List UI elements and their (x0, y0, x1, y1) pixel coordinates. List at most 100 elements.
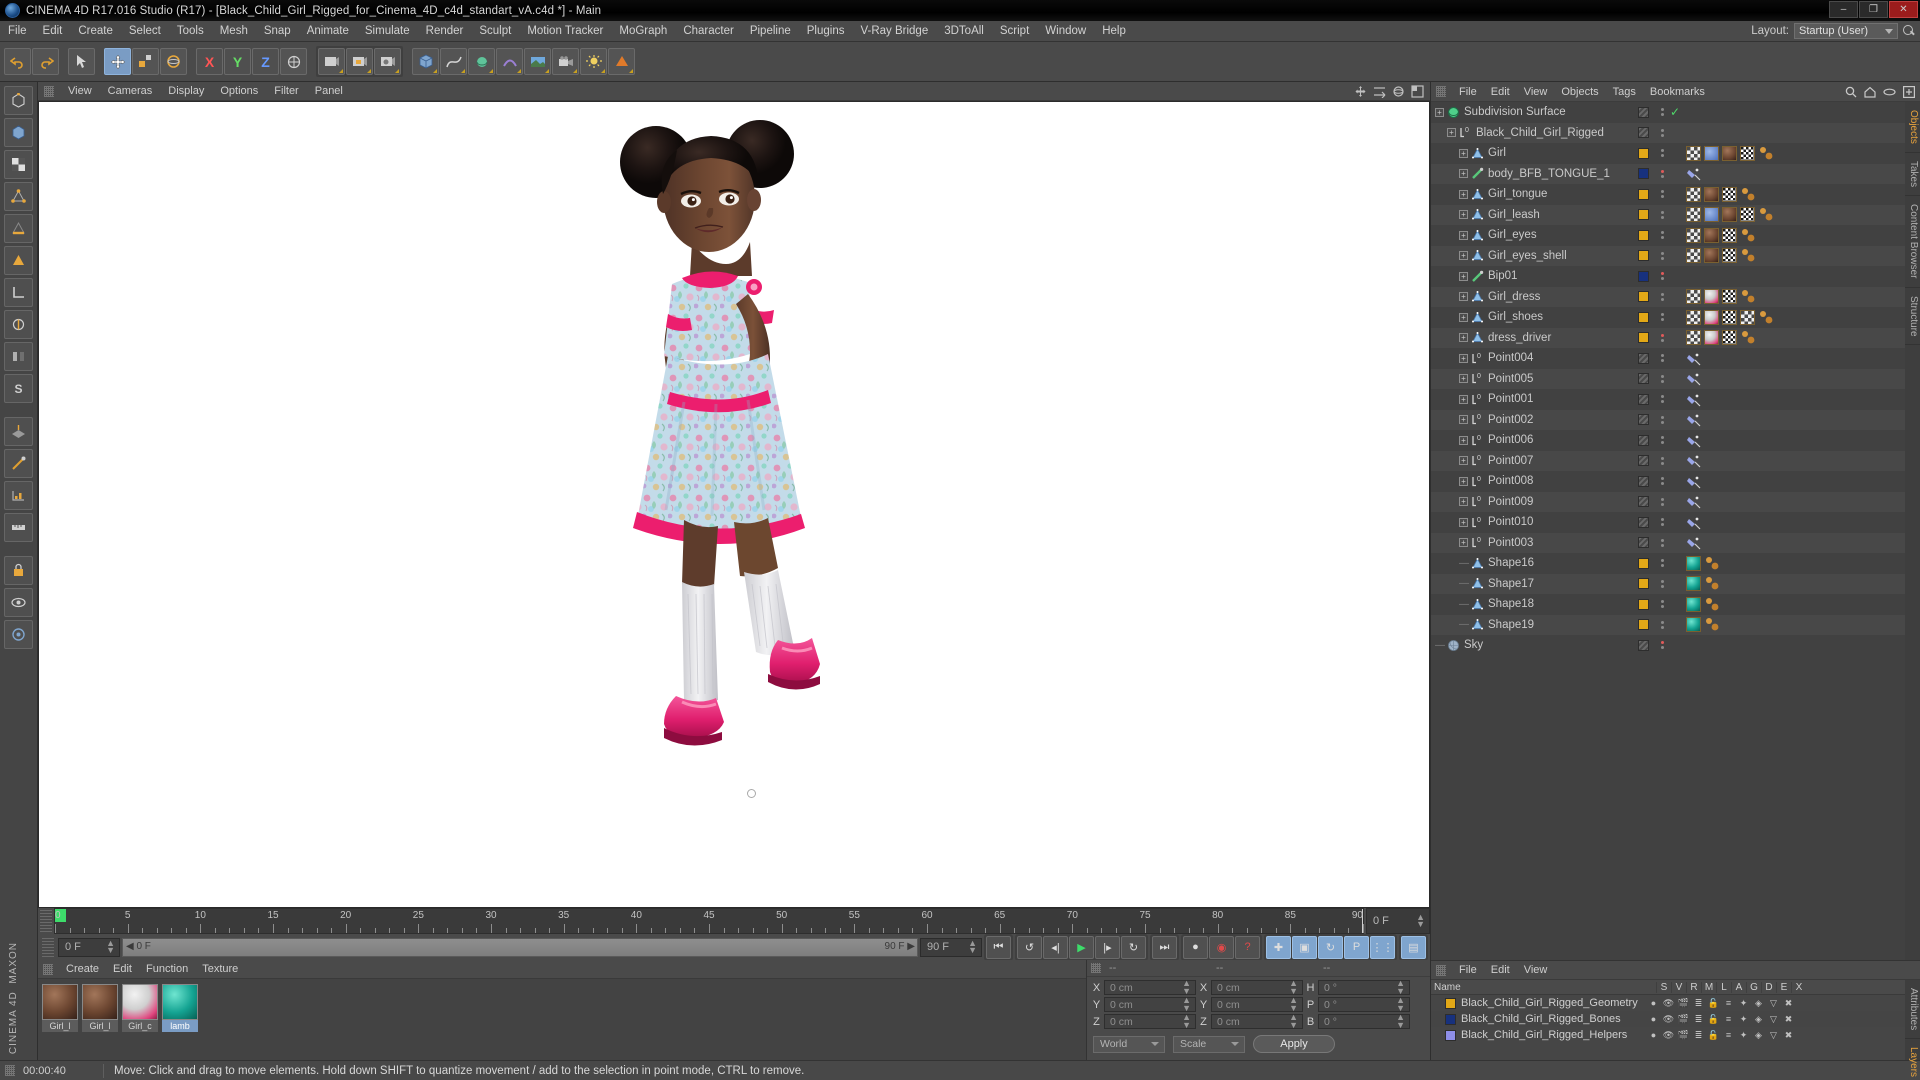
object-visibility-dots[interactable] (1661, 354, 1664, 363)
object-row[interactable]: + body_BFB_TONGUE_1 (1431, 163, 1920, 184)
object-layer-color[interactable] (1637, 168, 1649, 180)
layer-manager-grip-icon[interactable] (1436, 964, 1446, 976)
layer-column-v[interactable]: V (1671, 981, 1686, 993)
object-visibility-dots[interactable] (1661, 436, 1664, 445)
anchor-tag-icon[interactable] (1686, 392, 1701, 407)
layer-toggle-v[interactable]: 👁 (1661, 1014, 1676, 1025)
object-visibility-dots[interactable] (1661, 559, 1664, 568)
menu-v-ray-bridge[interactable]: V-Ray Bridge (852, 21, 936, 42)
add-camera-button[interactable] (552, 48, 579, 75)
layer-column-s[interactable]: S (1656, 981, 1671, 993)
world-coordinate-button[interactable] (280, 48, 307, 75)
size-y-field[interactable]: 0 cm ▲ ▼ (1211, 996, 1303, 1012)
spinner-icon[interactable]: ▲ ▼ (1289, 1013, 1298, 1029)
layer-column-l[interactable]: L (1716, 981, 1731, 993)
record-points-button[interactable]: ⋮⋮ (1370, 935, 1395, 959)
spinner-icon[interactable]: ▲ ▼ (1182, 1013, 1191, 1029)
expand-toggle-icon[interactable]: + (1459, 497, 1468, 507)
object-layer-color[interactable] (1637, 598, 1649, 610)
render-region-button[interactable] (346, 48, 373, 75)
layer-toggle-s[interactable]: ● (1646, 1030, 1661, 1040)
object-visibility-dots[interactable] (1661, 333, 1664, 342)
layer-menu-view[interactable]: View (1517, 961, 1555, 980)
object-name[interactable]: Sky (1464, 639, 1483, 651)
redo-button[interactable] (32, 48, 59, 75)
layer-toggle-x[interactable]: ✖ (1781, 1030, 1796, 1041)
object-row[interactable]: — Shape17 (1431, 573, 1920, 594)
home-icon[interactable] (1864, 86, 1876, 98)
dress-tag-icon[interactable] (1704, 309, 1719, 325)
object-layer-color[interactable] (1637, 516, 1649, 528)
object-name[interactable]: dress_driver (1488, 332, 1551, 344)
keyframe-help-button[interactable]: ? (1235, 935, 1260, 959)
layer-toggle-s[interactable]: ● (1646, 998, 1661, 1008)
layer-toggle-g[interactable]: ✦ (1736, 1030, 1751, 1041)
constraint-tag-icon[interactable] (1704, 556, 1720, 571)
layer-column-d[interactable]: D (1761, 981, 1776, 993)
object-name[interactable]: Girl_eyes (1488, 229, 1537, 241)
menu-character[interactable]: Character (675, 21, 742, 42)
object-visibility-dots[interactable] (1661, 272, 1664, 281)
object-visibility-dots[interactable] (1661, 600, 1664, 609)
texture-mode-button[interactable] (4, 150, 33, 179)
expand-toggle-icon[interactable]: + (1459, 189, 1468, 199)
material-menu-create[interactable]: Create (59, 960, 106, 979)
object-visibility-dots[interactable] (1661, 518, 1664, 527)
coordinate-system-dropdown[interactable]: World (1093, 1035, 1165, 1053)
object-name[interactable]: Shape18 (1488, 598, 1534, 610)
object-visibility-dots[interactable] (1661, 579, 1664, 588)
object-layer-color[interactable] (1637, 106, 1649, 118)
layer-color-swatch[interactable] (1445, 997, 1456, 1009)
viewport-grip-icon[interactable] (44, 85, 54, 97)
constraint-tag-icon[interactable] (1758, 310, 1774, 325)
spinner-icon[interactable]: ▲ ▼ (1182, 979, 1191, 995)
object-name[interactable]: Bip01 (1488, 270, 1517, 282)
object-layer-color[interactable] (1637, 291, 1649, 303)
anchor-tag-icon[interactable] (1686, 453, 1701, 468)
object-row[interactable]: — Shape16 (1431, 553, 1920, 574)
layer-toggle-a[interactable]: ≡ (1721, 1014, 1736, 1024)
menu-help[interactable]: Help (1094, 21, 1134, 42)
add-deformer-button[interactable] (496, 48, 523, 75)
material-preview-icon[interactable] (42, 984, 78, 1020)
object-menu-file[interactable]: File (1452, 82, 1484, 102)
loop-button[interactable]: ↻ (1121, 935, 1146, 959)
viewport-menu-cameras[interactable]: Cameras (100, 82, 161, 101)
apply-button[interactable]: Apply (1253, 1035, 1335, 1053)
expand-toggle-icon[interactable]: + (1459, 169, 1468, 179)
object-menu-tags[interactable]: Tags (1606, 82, 1643, 102)
layer-column-g[interactable]: G (1746, 981, 1761, 993)
measure-button[interactable] (4, 513, 33, 542)
object-visibility-dots[interactable] (1661, 497, 1664, 506)
position-x-field[interactable]: 0 cm ▲ ▼ (1104, 979, 1196, 995)
size-x-field[interactable]: 0 cm ▲ ▼ (1211, 979, 1303, 995)
bone-tag-icon[interactable] (1704, 145, 1719, 161)
record-rotation-button[interactable]: ↻ (1318, 935, 1343, 959)
object-layer-color[interactable] (1637, 250, 1649, 262)
expand-toggle-icon[interactable]: + (1459, 230, 1468, 240)
rotation-p-field[interactable]: 0 ° ▲ ▼ (1318, 996, 1410, 1012)
object-menu-bookmarks[interactable]: Bookmarks (1643, 82, 1712, 102)
object-menu-objects[interactable]: Objects (1554, 82, 1605, 102)
object-name[interactable]: Girl_dress (1488, 291, 1540, 303)
position-y-field[interactable]: 0 cm ▲ ▼ (1104, 996, 1196, 1012)
object-name[interactable]: Point001 (1488, 393, 1533, 405)
layer-column-e[interactable]: E (1776, 981, 1791, 993)
object-visibility-dots[interactable] (1661, 456, 1664, 465)
viewport-3d[interactable] (38, 101, 1430, 908)
coordinate-mode-dropdown[interactable]: Scale (1173, 1035, 1245, 1053)
object-row[interactable]: + Bip01 (1431, 266, 1920, 287)
material-preview-icon[interactable] (82, 984, 118, 1020)
expand-toggle-icon[interactable]: + (1459, 210, 1468, 220)
skin-tag-icon[interactable] (1704, 248, 1719, 264)
add-cube-button[interactable] (412, 48, 439, 75)
material-manager-grip-icon[interactable] (43, 963, 53, 975)
constraint-tag-icon[interactable] (1740, 228, 1756, 243)
object-visibility-dots[interactable] (1661, 415, 1664, 424)
layer-toggle-l[interactable]: 🔓 (1706, 1014, 1721, 1025)
spinner-icon[interactable]: ▲ ▼ (1289, 979, 1298, 995)
object-visibility-dots[interactable] (1661, 292, 1664, 301)
end-frame-spinner-icon[interactable]: ▲ ▼ (968, 938, 977, 954)
object-visibility-dots[interactable] (1661, 149, 1664, 158)
object-row[interactable]: + Girl_dress (1431, 286, 1920, 307)
